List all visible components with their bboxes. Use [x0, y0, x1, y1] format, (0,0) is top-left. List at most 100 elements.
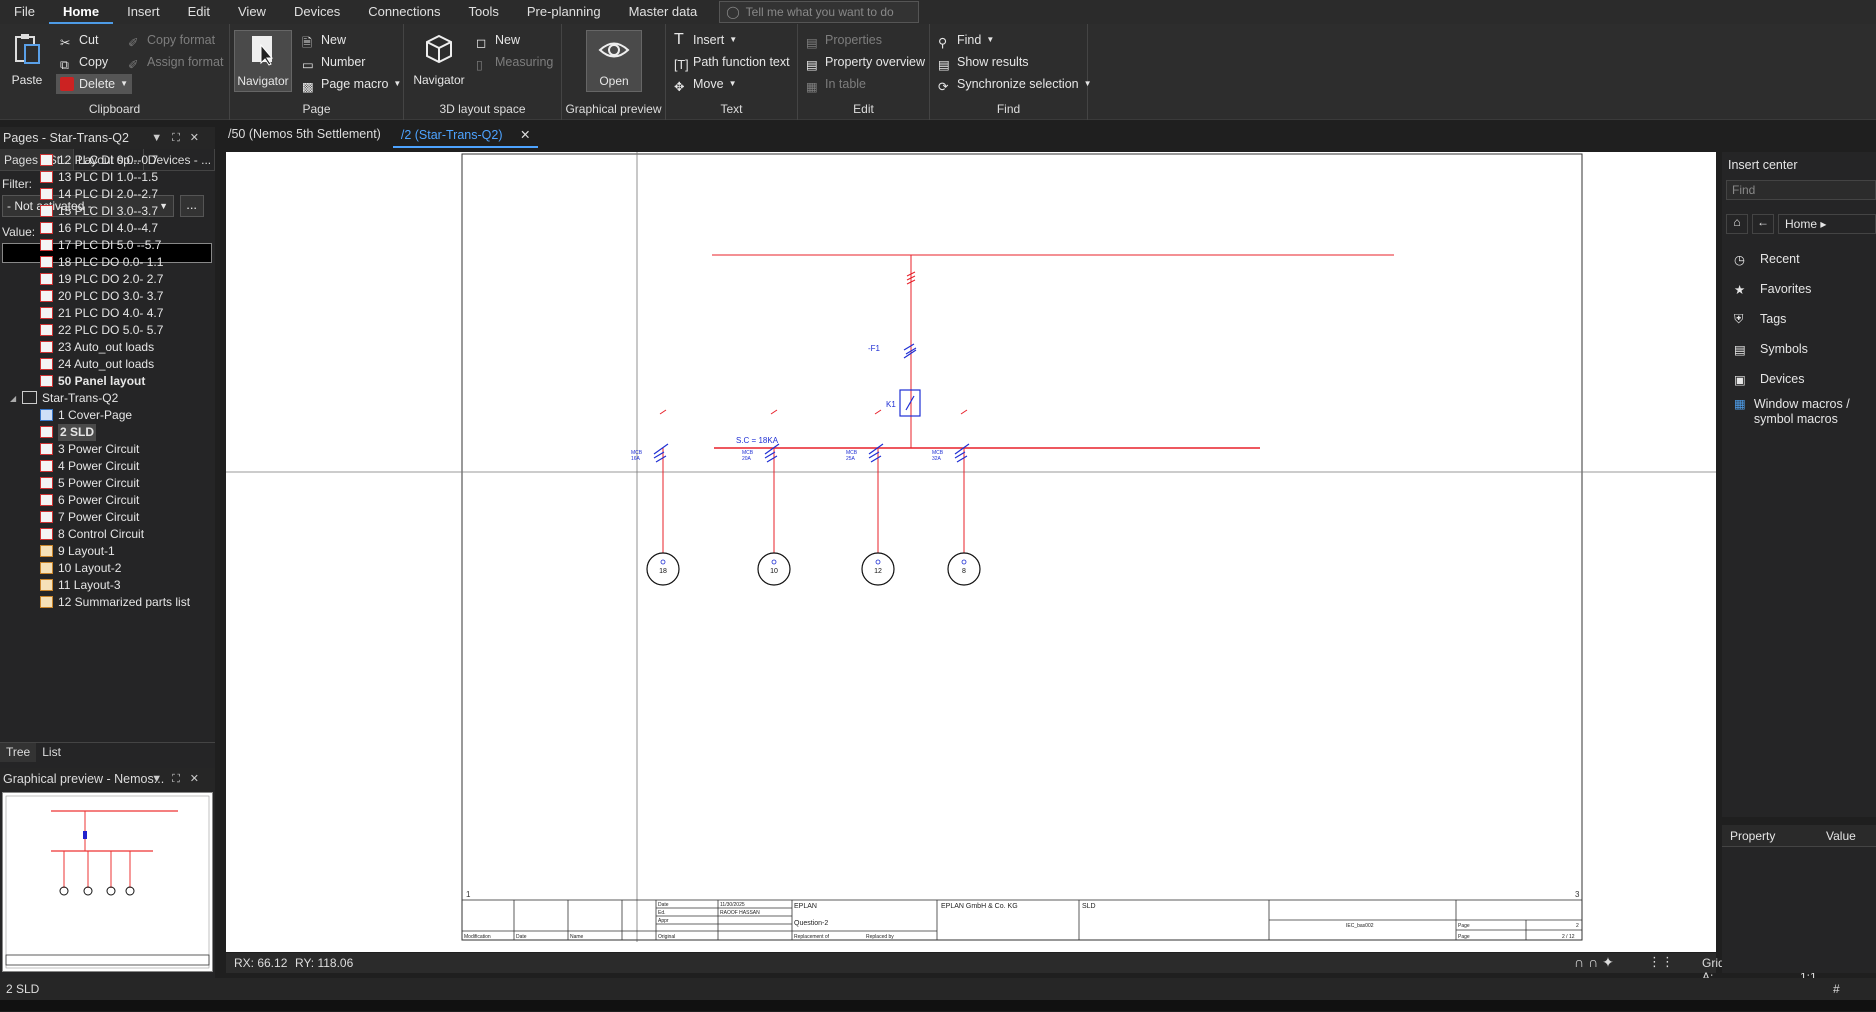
tree-page-item[interactable]: 12 PLC DI 0.0--0.7 [0, 152, 215, 169]
tb-date-col: Date [516, 934, 527, 940]
tree-page-item[interactable]: 50 Panel layout [0, 373, 215, 390]
tree-page-item[interactable]: 14 PLC DI 2.0--2.7 [0, 186, 215, 203]
tree-page-item[interactable]: 11 Layout-3 [0, 577, 215, 594]
tree-page-item[interactable]: 6 Power Circuit [0, 492, 215, 509]
back-arrow-icon[interactable]: ← [1752, 214, 1774, 234]
tree-page-item[interactable]: 19 PLC DO 2.0- 2.7 [0, 271, 215, 288]
mcb-symbol[interactable] [954, 443, 970, 463]
tree-page-item[interactable]: 15 PLC DI 3.0--3.7 [0, 203, 215, 220]
breadcrumb-home[interactable]: Home ▸ [1778, 214, 1876, 234]
find-button[interactable]: ⚲ Find ▼ [938, 30, 994, 50]
tree-page-item[interactable]: 24 Auto_out loads [0, 356, 215, 373]
tb-replacement-of: Replacement of [794, 934, 830, 940]
tree-page-item[interactable]: 20 PLC DO 3.0- 3.7 [0, 288, 215, 305]
motor-number: 10 [770, 568, 778, 575]
menu-connections[interactable]: Connections [354, 0, 454, 24]
tree-page-item[interactable]: 13 PLC DI 1.0--1.5 [0, 169, 215, 186]
panel-controls[interactable]: ▼⛶✕ [151, 127, 209, 149]
tree-page-item[interactable]: 9 Layout-1 [0, 543, 215, 560]
tree-page-item[interactable]: 18 PLC DO 0.0- 1.1 [0, 254, 215, 271]
menu-home[interactable]: Home [48, 0, 114, 24]
branch-cable-marker[interactable] [874, 409, 882, 415]
property-overview-button[interactable]: ▤ Property overview [806, 52, 925, 72]
layout-new-button[interactable]: ◻ New [476, 30, 520, 50]
tree-page-item[interactable]: 21 PLC DO 4.0- 4.7 [0, 305, 215, 322]
insert-favorites[interactable]: ★ Favorites [1734, 282, 1811, 300]
tree-page-item[interactable]: 12 Summarized parts list [0, 594, 215, 608]
tree-page-item[interactable]: 17 PLC DI 5.0 --5.7 [0, 237, 215, 254]
move-button[interactable]: ✥ Move ▼ [674, 74, 737, 94]
cut-button[interactable]: ✂ Cut [60, 30, 98, 50]
page-new-button[interactable]: 🗎 New [302, 30, 346, 50]
tree-page-item[interactable]: 2 SLD [0, 424, 215, 441]
insert-recent[interactable]: ◷ Recent [1734, 252, 1800, 270]
tree-item-label: 15 PLC DI 3.0--3.7 [58, 204, 159, 218]
menu-insert[interactable]: Insert [113, 0, 174, 24]
text-insert-button[interactable]: T Insert ▼ [674, 30, 737, 50]
tab-list[interactable]: List [36, 743, 67, 762]
panel-controls[interactable]: ▼⛶✕ [151, 768, 209, 790]
branch-cable-marker[interactable] [960, 409, 968, 415]
synchronize-selection-button[interactable]: ⟳ Synchronize selection ▼ [938, 74, 1092, 94]
schematic-drawing[interactable]: -F1 K1 S.C = 18KA MCB16A18MCB20A10MCB25A… [226, 152, 1716, 952]
tree-folder[interactable]: ◢ Star-Trans-Q2 [0, 390, 215, 407]
tree-page-item[interactable]: 3 Power Circuit [0, 441, 215, 458]
menu-pre-planning[interactable]: Pre-planning [513, 0, 615, 24]
mcb-symbol[interactable] [653, 443, 669, 463]
menu-file[interactable]: File [0, 0, 49, 24]
symbol-icon: ▤ [1734, 343, 1746, 357]
preview-thumbnail[interactable] [2, 792, 213, 972]
properties-button[interactable]: ▤ Properties [806, 30, 882, 50]
measuring-button[interactable]: ▯ Measuring [476, 52, 553, 72]
layout-navigator-button[interactable]: Navigator [408, 30, 470, 92]
close-tab-icon[interactable]: ✕ [520, 128, 530, 142]
tree-page-item[interactable]: 16 PLC DI 4.0--4.7 [0, 220, 215, 237]
delete-button[interactable]: Delete ▼ [56, 74, 133, 94]
snap-icons[interactable]: ∩∩✦ [1574, 954, 1618, 971]
tree-page-item[interactable]: 4 Power Circuit [0, 458, 215, 475]
mcb-rating: 16A [631, 456, 641, 462]
tree-page-item[interactable]: 7 Power Circuit [0, 509, 215, 526]
menu-master-data[interactable]: Master data [615, 0, 712, 24]
expand-arrow-icon[interactable]: ◢ [10, 390, 16, 407]
menu-edit[interactable]: Edit [174, 0, 224, 24]
insert-symbols[interactable]: ▤ Symbols [1734, 342, 1808, 360]
tree-page-item[interactable]: 22 PLC DO 5.0- 5.7 [0, 322, 215, 339]
mcb-symbol[interactable] [868, 443, 884, 463]
insert-center-find[interactable]: Find [1726, 180, 1876, 200]
insert-window-macros[interactable]: ▦ Window macros / symbol macros [1734, 397, 1864, 427]
page-navigator-button[interactable]: Navigator [234, 30, 292, 92]
tab-tree[interactable]: Tree [0, 743, 37, 762]
show-results-button[interactable]: ▤ Show results [938, 52, 1029, 72]
page-number-button[interactable]: ▭ Number [302, 52, 365, 72]
tree-page-item[interactable]: 8 Control Circuit [0, 526, 215, 543]
menu-devices[interactable]: Devices [280, 0, 354, 24]
paste-button[interactable]: Paste [0, 30, 54, 92]
doc-tab-star-trans[interactable]: /2 (Star-Trans-Q2) ✕ [392, 124, 539, 148]
in-table-button[interactable]: ▦ In table [806, 74, 866, 94]
copy-button[interactable]: ⧉ Copy [60, 52, 108, 72]
branch-cable-marker[interactable] [770, 409, 778, 415]
assign-format-button[interactable]: ✐ Assign format [128, 52, 223, 72]
insert-devices[interactable]: ▣ Devices [1734, 372, 1804, 390]
schematic-canvas[interactable]: -F1 K1 S.C = 18KA MCB 16A 18 MCB 20A 10 MCB 25A… [226, 152, 1716, 952]
copy-format-button[interactable]: ✐ Copy format [128, 30, 215, 50]
grid-icon[interactable]: ⋮⋮ [1648, 954, 1674, 970]
tree-page-item[interactable]: 1 Cover-Page [0, 407, 215, 424]
insert-tags[interactable]: ⛨ Tags [1734, 312, 1786, 330]
home-icon[interactable]: ⌂ [1726, 214, 1748, 234]
open-preview-button[interactable]: Open [586, 30, 642, 92]
scissors-icon: ✂ [60, 36, 71, 50]
tree-page-item[interactable]: 10 Layout-2 [0, 560, 215, 577]
menu-view[interactable]: View [224, 0, 280, 24]
path-function-text-button[interactable]: [T] Path function text [674, 52, 790, 72]
branch-cable-marker[interactable] [659, 409, 667, 415]
tree-page-item[interactable]: 23 Auto_out loads [0, 339, 215, 356]
tree-page-item[interactable]: 5 Power Circuit [0, 475, 215, 492]
menu-tools[interactable]: Tools [454, 0, 512, 24]
doc-tab-nemos[interactable]: /50 (Nemos 5th Settlement) [220, 124, 389, 148]
contactor-k1-switch [905, 395, 915, 411]
page-macro-button[interactable]: ▩ Page macro ▼ [302, 74, 401, 94]
mcb-symbol[interactable] [764, 443, 780, 463]
tell-me-search[interactable]: ◯ Tell me what you want to do [719, 1, 920, 23]
